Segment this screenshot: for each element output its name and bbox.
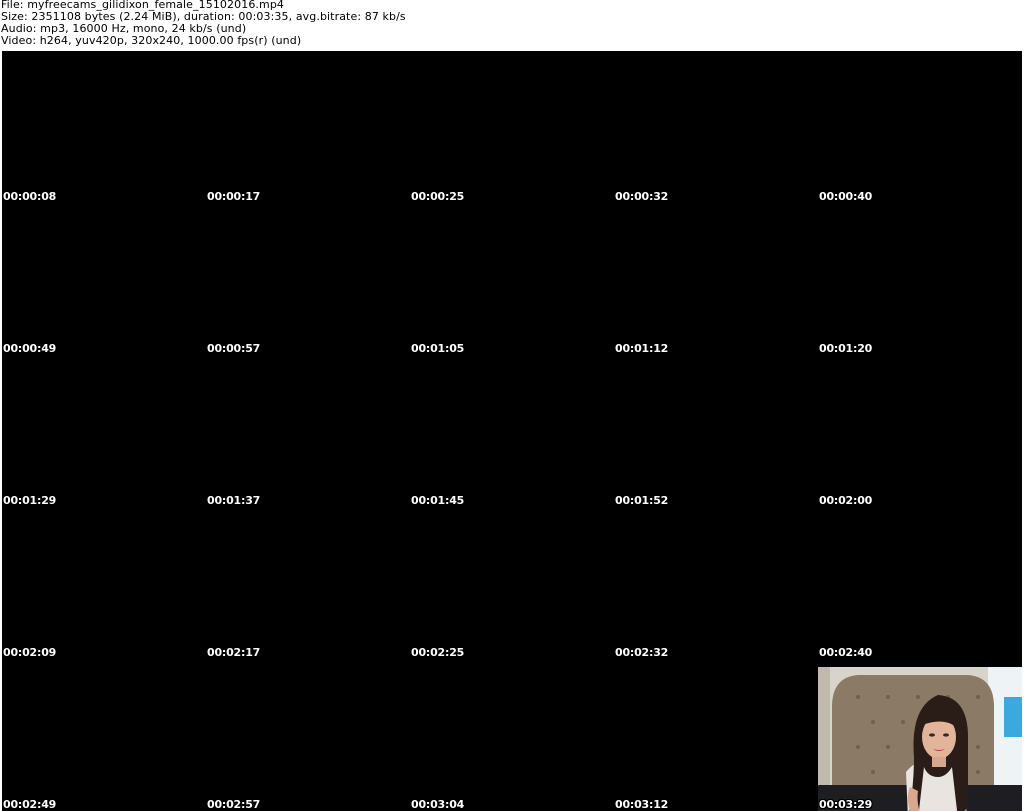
thumbnail-cell: 00:00:32 bbox=[614, 51, 818, 203]
black-frame-image bbox=[614, 203, 818, 355]
timestamp-label: 00:01:20 bbox=[819, 342, 873, 355]
thumbnail-cell: 00:01:52 bbox=[614, 355, 818, 507]
thumbnail-cell: 00:01:05 bbox=[410, 203, 614, 355]
thumbnail-cell: 00:01:20 bbox=[818, 203, 1022, 355]
video-info-line: Video: h264, yuv420p, 320x240, 1000.00 f… bbox=[1, 34, 302, 47]
black-frame-image bbox=[2, 355, 206, 507]
thumbnail-cell: 00:00:40 bbox=[818, 51, 1022, 203]
timestamp-label: 00:00:25 bbox=[411, 190, 465, 203]
thumbnail-cell: 00:02:49 bbox=[2, 659, 206, 811]
file-info-header: File: myfreecams_gilidixon_female_151020… bbox=[0, 0, 1024, 50]
thumbnail-cell: 00:02:32 bbox=[614, 507, 818, 659]
timestamp-label: 00:00:49 bbox=[3, 342, 57, 355]
timestamp-label: 00:01:52 bbox=[615, 494, 669, 507]
thumbnail-cell: 00:01:12 bbox=[614, 203, 818, 355]
black-frame-image bbox=[818, 203, 1022, 355]
black-frame-image bbox=[614, 355, 818, 507]
black-frame-image bbox=[2, 659, 206, 811]
thumbnail-cell: 00:03:12 bbox=[614, 659, 818, 811]
black-frame-image bbox=[410, 507, 614, 659]
black-frame-image bbox=[410, 659, 614, 811]
thumbnail-cell: 00:02:09 bbox=[2, 507, 206, 659]
thumbnail-cell: 00:00:25 bbox=[410, 51, 614, 203]
timestamp-label: 00:01:12 bbox=[615, 342, 669, 355]
timestamp-label: 00:02:49 bbox=[3, 798, 57, 811]
thumbnail-cell: 00:03:04 bbox=[410, 659, 614, 811]
black-frame-image bbox=[410, 203, 614, 355]
black-frame-image bbox=[818, 355, 1022, 507]
timestamp-label: 00:03:12 bbox=[615, 798, 669, 811]
webcam-frame-image bbox=[818, 667, 1022, 811]
thumbnail-cell: 00:01:45 bbox=[410, 355, 614, 507]
black-frame-image bbox=[206, 507, 410, 659]
black-frame-image bbox=[2, 51, 206, 203]
timestamp-label: 00:00:08 bbox=[3, 190, 57, 203]
black-frame-image bbox=[410, 355, 614, 507]
thumbnail-cell: 00:02:57 bbox=[206, 659, 410, 811]
black-frame-image bbox=[614, 659, 818, 811]
thumbnail-cell: 00:02:17 bbox=[206, 507, 410, 659]
timestamp-label: 00:01:45 bbox=[411, 494, 465, 507]
black-frame-image bbox=[206, 355, 410, 507]
black-frame-image bbox=[206, 203, 410, 355]
timestamp-label: 00:02:40 bbox=[819, 646, 873, 659]
black-frame-image bbox=[2, 203, 206, 355]
black-frame-image bbox=[818, 507, 1022, 659]
timestamp-label: 00:01:05 bbox=[411, 342, 465, 355]
thumbnail-cell: 00:00:57 bbox=[206, 203, 410, 355]
thumbnail-grid: 00:00:08 00:00:17 00:00:25 00:00:32 00:00:40… bbox=[2, 51, 1022, 811]
thumbnail-cell: 00:00:08 bbox=[2, 51, 206, 203]
timestamp-label: 00:01:37 bbox=[207, 494, 261, 507]
black-frame-image bbox=[206, 51, 410, 203]
timestamp-label: 00:01:29 bbox=[3, 494, 57, 507]
black-frame-image bbox=[410, 51, 614, 203]
thumbnail-cell: 00:01:29 bbox=[2, 355, 206, 507]
thumbnail-cell: 00:00:49 bbox=[2, 203, 206, 355]
thumbnail-cell: 00:03:29 bbox=[818, 659, 1022, 811]
timestamp-label: 00:02:32 bbox=[615, 646, 669, 659]
thumbnail-cell: 00:00:17 bbox=[206, 51, 410, 203]
timestamp-label: 00:02:00 bbox=[819, 494, 873, 507]
black-frame-image bbox=[2, 507, 206, 659]
timestamp-label: 00:02:17 bbox=[207, 646, 261, 659]
black-frame-image bbox=[818, 51, 1022, 203]
black-frame-image bbox=[614, 507, 818, 659]
timestamp-label: 00:03:04 bbox=[411, 798, 465, 811]
timestamp-label: 00:02:09 bbox=[3, 646, 57, 659]
thumbnail-cell: 00:02:00 bbox=[818, 355, 1022, 507]
thumbnail-cell: 00:01:37 bbox=[206, 355, 410, 507]
timestamp-label: 00:00:57 bbox=[207, 342, 261, 355]
black-frame-image bbox=[206, 659, 410, 811]
timestamp-label: 00:02:57 bbox=[207, 798, 261, 811]
timestamp-label: 00:00:40 bbox=[819, 190, 873, 203]
timestamp-label: 00:00:32 bbox=[615, 190, 669, 203]
timestamp-label: 00:02:25 bbox=[411, 646, 465, 659]
thumbnail-cell: 00:02:25 bbox=[410, 507, 614, 659]
black-frame-image bbox=[614, 51, 818, 203]
thumbnail-cell: 00:02:40 bbox=[818, 507, 1022, 659]
timestamp-label: 00:03:29 bbox=[819, 798, 873, 811]
timestamp-label: 00:00:17 bbox=[207, 190, 261, 203]
